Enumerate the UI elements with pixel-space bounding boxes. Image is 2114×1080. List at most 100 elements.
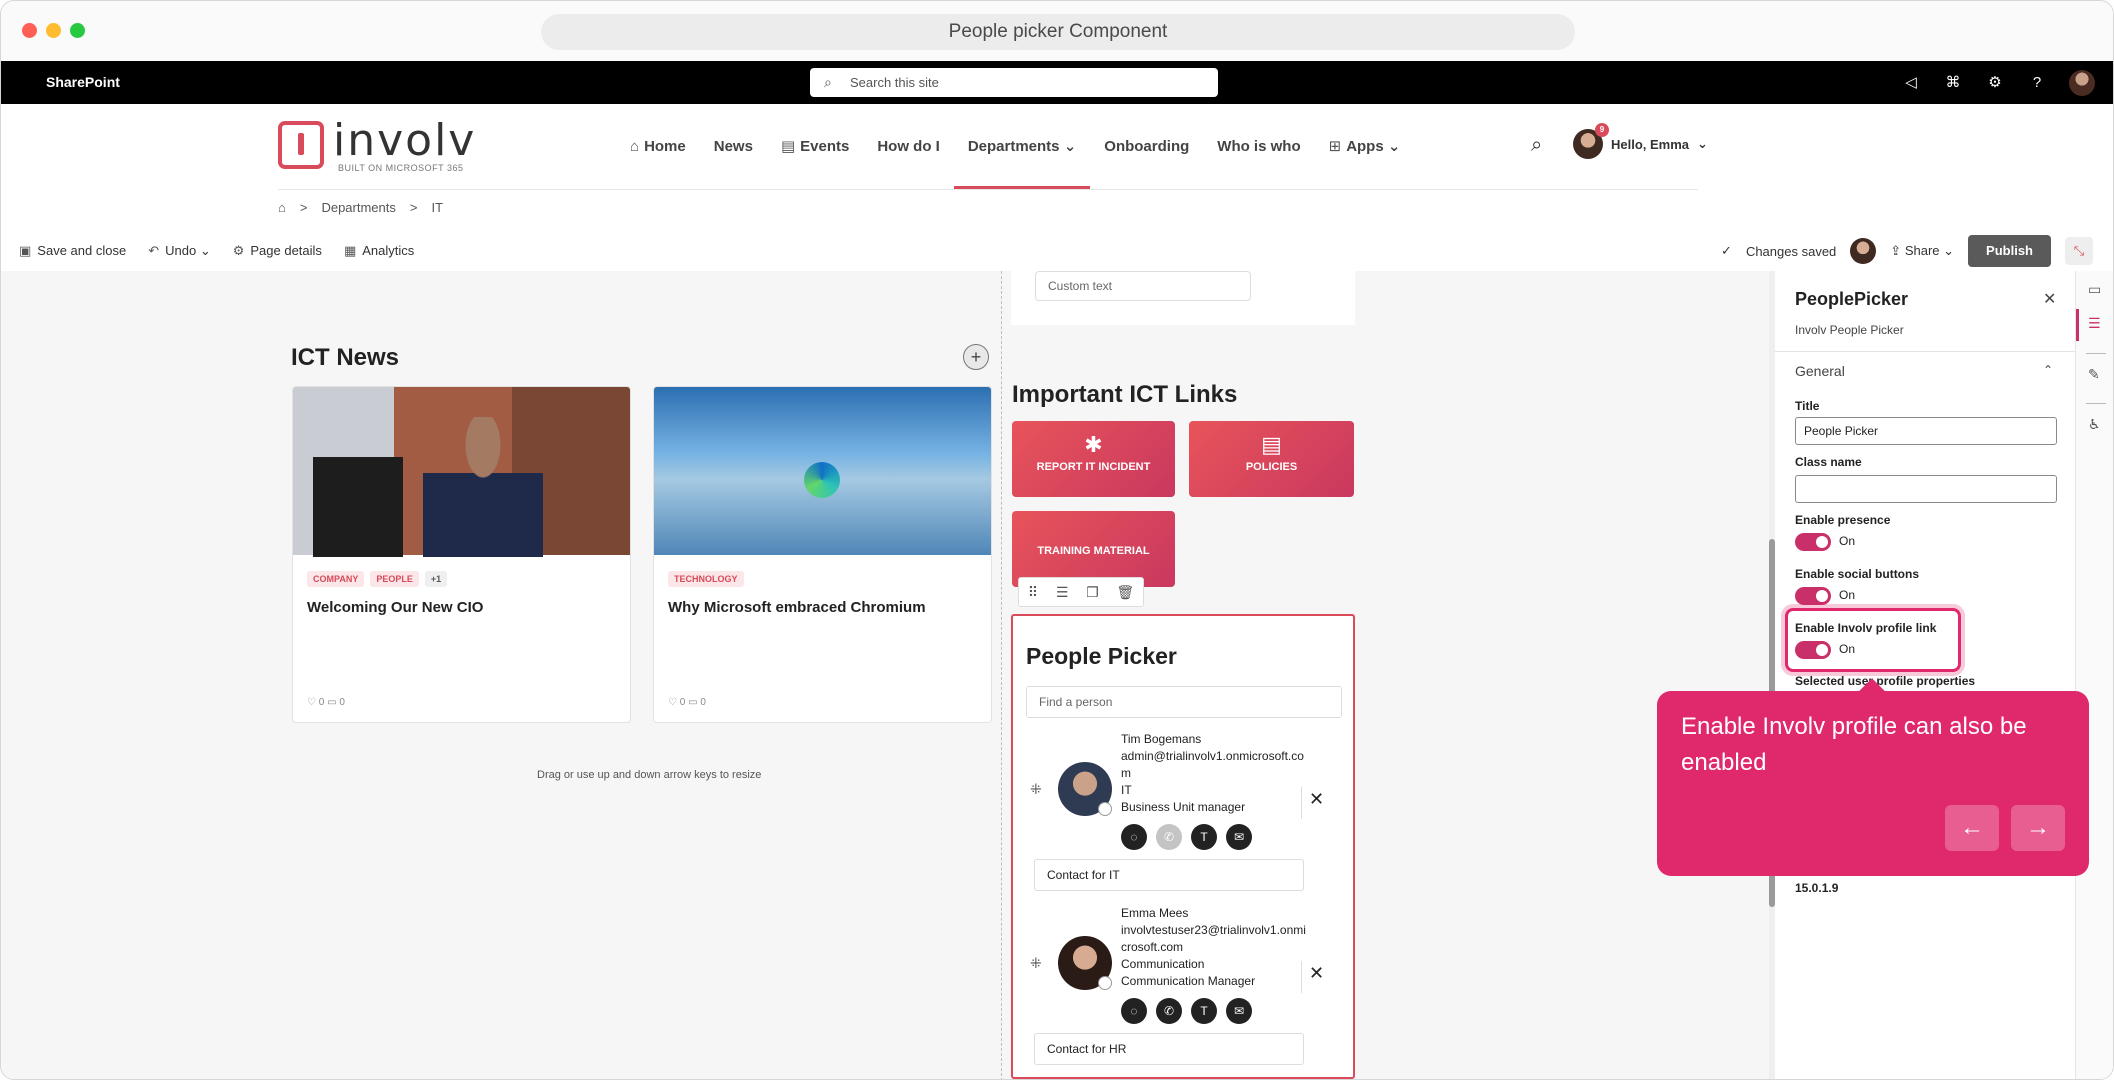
publish-button[interactable]: Publish [1968,235,2051,267]
undo-button[interactable]: ↶ Undo ⌄ [148,243,211,259]
drag-handle-icon[interactable]: ⠿ [1028,584,1038,601]
nav-how-do-i[interactable]: How do I [863,104,954,189]
person-photo[interactable] [1058,936,1112,990]
link-tile-report-incident[interactable]: ✱ REPORT IT INCIDENT [1012,421,1175,497]
add-section-icon[interactable]: + [963,344,989,370]
browser-window: People picker Component SharePoint ⌕ Sea… [0,0,2114,1080]
nav-events[interactable]: ▤ Events [767,104,863,189]
toolbox-icon[interactable]: ▭ [2088,281,2101,298]
news-title[interactable]: Welcoming Our New CIO [293,587,630,628]
properties-icon[interactable]: ☰ [2088,315,2101,332]
delete-icon[interactable]: 🗑 [1116,584,1134,601]
news-card[interactable]: TECHNOLOGY Why Microsoft embraced Chromi… [653,386,992,723]
chat-icon[interactable]: ◌ [1121,824,1147,850]
teams-icon[interactable]: T [1191,998,1217,1024]
news-title[interactable]: Why Microsoft embraced Chromium [654,587,991,628]
news-tag[interactable]: COMPANY [307,571,365,587]
comment-icon: ▭ [688,697,698,708]
nav-home[interactable]: ⌂ Home [616,104,700,189]
design-icon[interactable]: ✎ [2088,366,2100,383]
analytics-button[interactable]: ▦ Analytics [344,243,414,259]
presence-toggle[interactable] [1795,533,1831,551]
phone-icon[interactable]: ✆ [1156,998,1182,1024]
close-icon[interactable]: ✕ [2043,289,2056,309]
next-step-button[interactable]: → [2011,805,2065,851]
undo-icon: ↶ [148,243,160,258]
custom-text-field[interactable]: Custom text [1035,271,1251,301]
close-window-button[interactable] [22,23,37,38]
accessibility-icon[interactable]: ♿ [2088,416,2101,433]
address-bar[interactable]: People picker Component [541,14,1575,50]
chevron-up-icon[interactable]: ⌃ [2043,363,2053,377]
social-buttons-toggle[interactable] [1795,587,1831,605]
mail-icon[interactable]: ✉ [1226,998,1252,1024]
user-menu[interactable]: 9 Hello, Emma ⌄ [1573,123,1708,159]
nav-news[interactable]: News [700,104,767,189]
breadcrumb-separator: > [409,200,418,215]
previous-step-button[interactable]: ← [1945,805,1999,851]
news-tag[interactable]: PEOPLE [370,571,419,587]
class-name-input[interactable] [1795,475,2057,503]
active-indicator [2076,309,2079,341]
sharepoint-app-icon[interactable]: ⌘ [1943,73,1963,93]
find-person-input[interactable]: Find a person [1026,686,1342,718]
title-input[interactable]: People Picker [1795,417,2057,445]
maximize-window-button[interactable] [70,23,85,38]
analytics-icon: ▦ [343,243,357,258]
rail-divider [2086,403,2106,404]
button-label: Page details [250,243,322,258]
user-avatar[interactable] [2069,69,2095,96]
nav-who-is-who[interactable]: Who is who [1203,104,1314,189]
edit-properties-icon[interactable]: ☰ [1056,584,1069,601]
help-icon[interactable]: ? [2027,73,2047,93]
share-button[interactable]: ⇪ Share ⌄ [1890,243,1954,259]
page-details-button[interactable]: ⚙ Page details [233,243,322,259]
remove-person-icon[interactable]: ✕ [1309,963,1324,984]
column-divider[interactable] [1001,271,1002,1079]
person-info: Emma Mees involvtestuser23@trialinvolv1.… [1121,905,1311,990]
nav-apps[interactable]: ⊞ Apps ⌄ [1315,104,1415,189]
breadcrumb-it[interactable]: IT [431,200,443,215]
phone-icon[interactable]: ✆ [1156,824,1182,850]
version-label: 15.0.1.9 [1795,881,1839,895]
megaphone-icon[interactable]: ◁ [1901,73,1921,93]
site-search-input[interactable]: ⌕ Search this site [810,68,1218,97]
person-note-field[interactable]: Contact for HR [1034,1033,1304,1065]
nav-departments[interactable]: Departments ⌄ [953,104,1091,189]
button-label: Undo [165,243,197,258]
person-note-field[interactable]: Contact for IT [1034,859,1304,891]
news-tags: TECHNOLOGY [654,555,991,587]
involv-logo[interactable]: involv BUILT ON MICROSOFT 365 [278,115,478,174]
mail-icon[interactable]: ✉ [1226,824,1252,850]
presence-state: On [1839,534,1856,548]
drag-handle-icon[interactable]: ⁜ [1030,781,1042,798]
sharepoint-brand[interactable]: SharePoint [46,61,120,104]
editor-avatar[interactable] [1850,238,1877,264]
news-card[interactable]: COMPANY PEOPLE +1 Welcoming Our New CIO … [292,386,631,723]
social-buttons-state: On [1839,588,1856,602]
link-tile-policies[interactable]: ▤ POLICIES [1189,421,1354,497]
breadcrumb-departments[interactable]: Departments [321,200,395,215]
separator [1301,961,1302,993]
header-search-icon[interactable]: ⌕ [1531,134,1542,157]
gear-icon[interactable]: ⚙ [1985,73,2005,93]
news-tag-more[interactable]: +1 [424,571,448,587]
chat-icon[interactable]: ◌ [1121,998,1147,1024]
person-photo[interactable] [1058,762,1112,816]
chevron-down-icon[interactable]: ⌄ [200,243,211,258]
remove-person-icon[interactable]: ✕ [1309,789,1324,810]
person-name[interactable]: Tim Bogemans [1121,731,1311,748]
link-tile-training-material[interactable]: TRAINING MATERIAL [1012,511,1175,587]
nav-onboarding[interactable]: Onboarding [1090,104,1203,189]
minimize-window-button[interactable] [46,23,61,38]
person-name[interactable]: Emma Mees [1121,905,1311,922]
gear-icon: ⚙ [232,243,245,258]
teams-icon[interactable]: T [1191,824,1217,850]
home-icon[interactable]: ⌂ [278,200,286,215]
group-general-header[interactable]: General [1795,363,1845,379]
save-close-button[interactable]: ▣ Save and close [19,243,126,259]
drag-handle-icon[interactable]: ⁜ [1030,955,1042,972]
news-tag[interactable]: TECHNOLOGY [668,571,744,587]
collapse-icon[interactable]: ⤡ [2065,237,2093,265]
duplicate-icon[interactable]: ❐ [1086,584,1099,601]
